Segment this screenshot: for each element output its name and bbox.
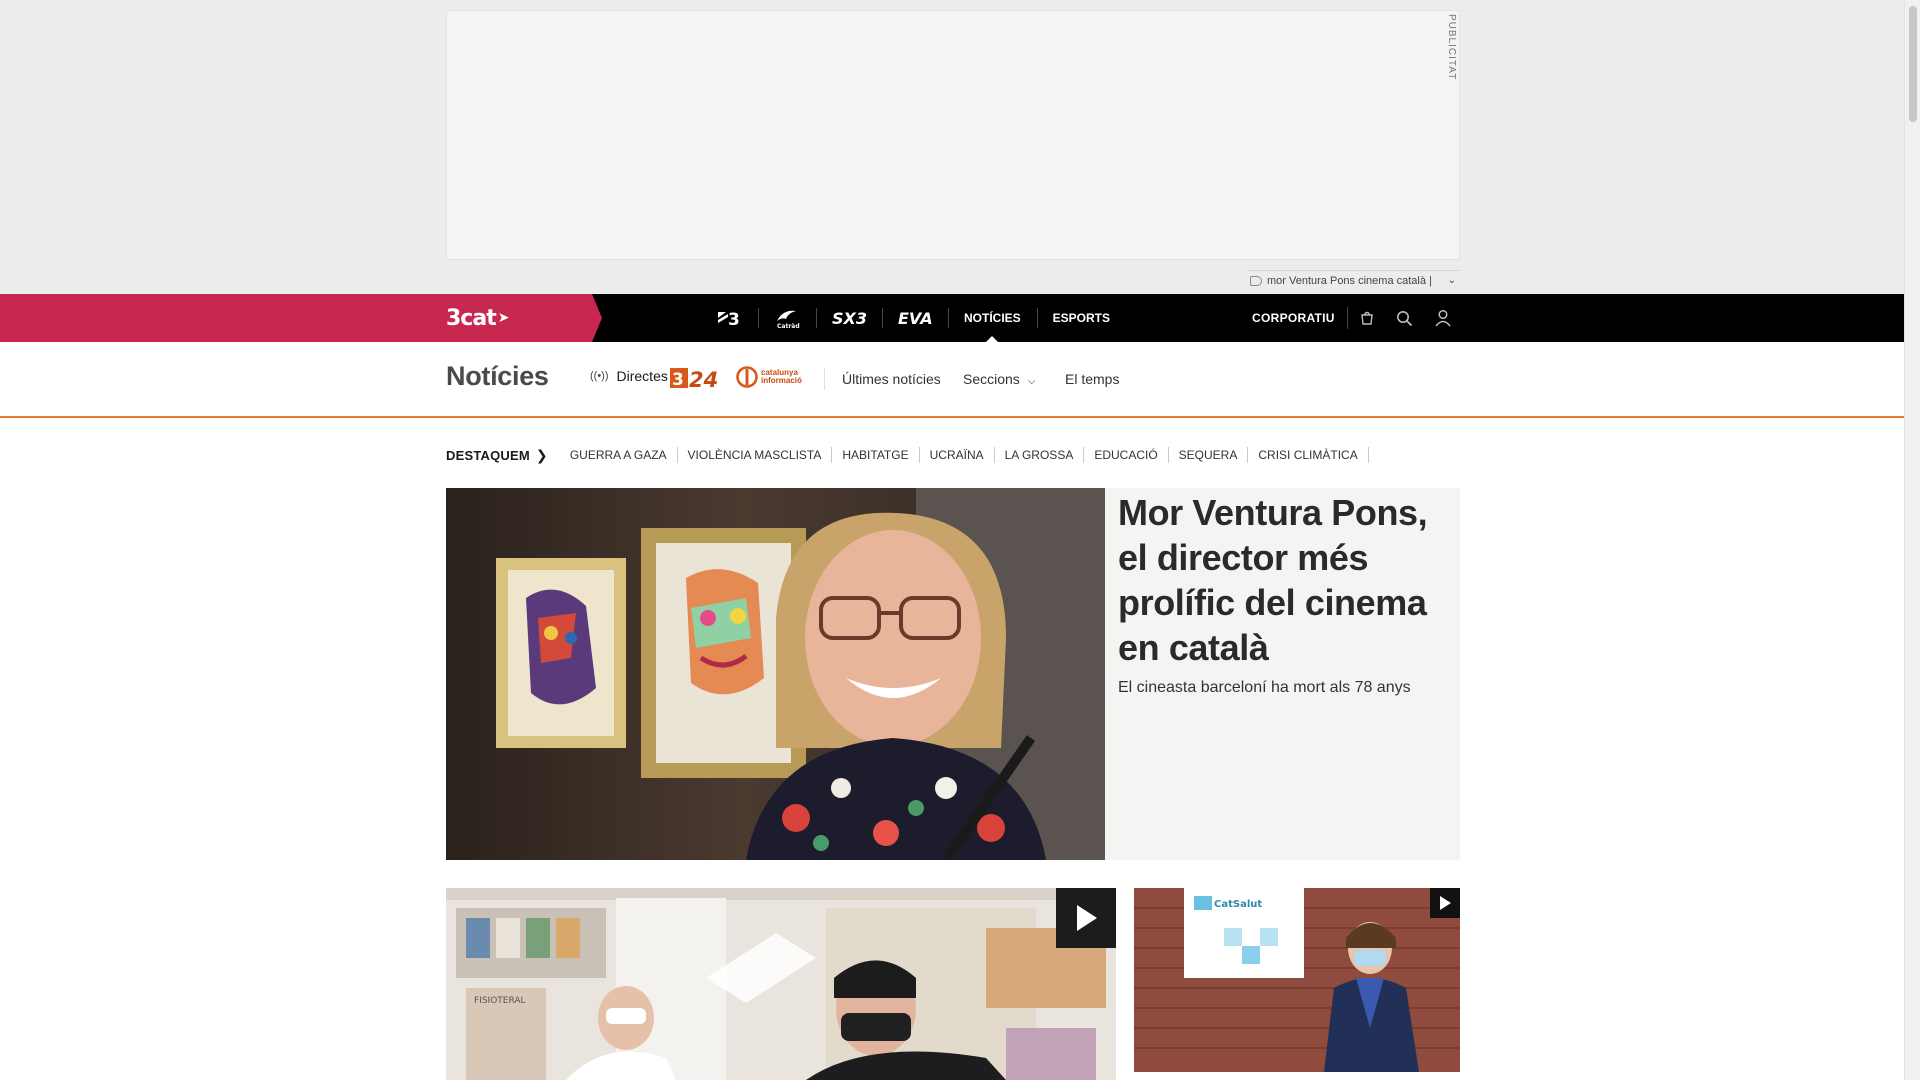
header-divider bbox=[824, 368, 825, 390]
sections-label: Seccions bbox=[963, 371, 1020, 387]
eva-logo-icon: EVA bbox=[898, 309, 932, 327]
weather-link[interactable]: El temps bbox=[1065, 371, 1119, 387]
scrollbar-thumb[interactable] bbox=[1909, 6, 1917, 122]
chevron-down-icon: ⌄ bbox=[1447, 275, 1456, 286]
page-scrollbar[interactable] bbox=[1904, 0, 1920, 1080]
nav-esports-label: ESPORTS bbox=[1052, 311, 1111, 325]
user-account-button[interactable] bbox=[1424, 294, 1462, 342]
3cat-logo[interactable]: 3cat ➤ bbox=[446, 304, 510, 332]
top-navigation-bar: 3cat ➤ 3 Catràdio SX3 EVA bbox=[0, 294, 1904, 343]
ci-line-2: informació bbox=[761, 376, 802, 385]
topic-ucraina[interactable]: UCRAÏNA bbox=[920, 447, 995, 463]
live-broadcast-icon: ((•)) bbox=[590, 370, 609, 382]
catalunya-informacio-text: catalunya informació bbox=[761, 369, 802, 385]
hero-text: Mor Ventura Pons, el director més prolíf… bbox=[1118, 488, 1448, 697]
brand-arrow-icon: ➤ bbox=[497, 310, 510, 326]
nav-esports[interactable]: ESPORTS bbox=[1036, 294, 1126, 342]
ad-zone: PUBLICITAT mor Ventura Pons cinema catal… bbox=[0, 0, 1904, 294]
latest-news-link[interactable]: Últimes notícies bbox=[842, 371, 941, 387]
324-logo-icon[interactable]: 3 24 bbox=[670, 366, 722, 390]
shopping-bag-icon bbox=[1360, 311, 1373, 325]
sections-dropdown[interactable]: Seccions ⌵ bbox=[963, 371, 1035, 387]
pharmacy-photo: FISIOTERAL bbox=[446, 888, 1116, 1080]
catalunya-informacio-logo[interactable]: catalunya informació bbox=[736, 366, 802, 388]
ad-banner[interactable] bbox=[446, 10, 1460, 260]
featured-title-text: DESTAQUEM bbox=[446, 447, 530, 463]
svg-text:SX3: SX3 bbox=[832, 309, 866, 327]
sx3-logo-icon: SX3 bbox=[832, 309, 866, 327]
featured-topics-bar: DESTAQUEM ❯ GUERRA A GAZA VIOLÈNCIA MASCL… bbox=[446, 442, 1369, 468]
nav-noticies[interactable]: NOTÍCIES bbox=[948, 294, 1037, 343]
brand-panel bbox=[0, 294, 602, 342]
topic-habitatge[interactable]: HABITATGE bbox=[832, 447, 920, 463]
news-card-pharmacy[interactable]: FISIOTERAL bbox=[446, 888, 1116, 1080]
portrait-photo-illustration bbox=[446, 488, 1105, 860]
svg-text:3: 3 bbox=[672, 370, 684, 390]
topic-crisi-climatica[interactable]: CRISI CLIMÀTICA bbox=[1248, 447, 1369, 463]
play-icon bbox=[1077, 905, 1097, 931]
topic-educacio[interactable]: EDUCACIÓ bbox=[1084, 447, 1169, 463]
shop-button[interactable] bbox=[1348, 294, 1386, 342]
ad-label: PUBLICITAT bbox=[1446, 14, 1457, 81]
hero-image[interactable] bbox=[446, 488, 1105, 860]
topic-sequera[interactable]: SEQUERA bbox=[1169, 447, 1249, 463]
channel-catradio[interactable]: Catràdio bbox=[758, 294, 816, 342]
search-button[interactable] bbox=[1386, 294, 1424, 342]
featured-topics-title[interactable]: DESTAQUEM ❯ bbox=[446, 447, 548, 464]
topic-violencia-masclista[interactable]: VIOLÈNCIA MASCLISTA bbox=[678, 447, 833, 463]
hero-article[interactable]: Mor Ventura Pons, el director més prolíf… bbox=[446, 488, 1460, 860]
brand-text: 3cat bbox=[446, 305, 497, 331]
section-header: Notícies ((•)) Directes 3 24 catalunya i… bbox=[0, 342, 1904, 418]
topic-guerra-a-gaza[interactable]: GUERRA A GAZA bbox=[560, 447, 678, 463]
channel-tv3[interactable]: 3 bbox=[700, 294, 758, 342]
catalunya-informacio-icon bbox=[736, 366, 758, 388]
nav-noticies-label: NOTÍCIES bbox=[964, 311, 1021, 325]
woman-at-clinic-photo: CatSalut bbox=[1134, 888, 1460, 1072]
live-label: Directes bbox=[616, 368, 668, 384]
channel-nav: 3 Catràdio SX3 EVA NOTÍCIES ESPORTS bbox=[700, 294, 1126, 343]
section-title[interactable]: Notícies bbox=[446, 361, 549, 392]
video-play-button[interactable] bbox=[1056, 888, 1116, 948]
ad-topic-selector[interactable]: mor Ventura Pons cinema català | ⌄ bbox=[1248, 270, 1460, 290]
topic-la-grossa[interactable]: LA GROSSA bbox=[995, 447, 1085, 463]
ad-topic-text: mor Ventura Pons cinema català | bbox=[1267, 274, 1432, 287]
top-right-tools: CORPORATIU bbox=[1240, 294, 1462, 342]
live-directes-link[interactable]: ((•)) Directes bbox=[590, 368, 668, 384]
chevron-right-icon: ❯ bbox=[535, 446, 548, 463]
svg-text:FISIOTERAL: FISIOTERAL bbox=[474, 996, 526, 1006]
tag-icon bbox=[1250, 275, 1262, 286]
hero-headline[interactable]: Mor Ventura Pons, el director més prolíf… bbox=[1118, 490, 1448, 670]
chevron-down-icon: ⌵ bbox=[1027, 376, 1036, 387]
video-play-button[interactable] bbox=[1430, 888, 1460, 918]
svg-text:24: 24 bbox=[689, 368, 718, 390]
catradio-logo-icon: Catràdio bbox=[777, 310, 800, 329]
play-icon bbox=[1440, 896, 1451, 910]
svg-text:3: 3 bbox=[728, 310, 740, 328]
news-card-clinic[interactable]: CatSalut bbox=[1134, 888, 1460, 1072]
tv3-logo-icon: 3 bbox=[718, 310, 740, 328]
hero-subtitle: El cineasta barceloní ha mort als 78 any… bbox=[1118, 679, 1411, 696]
channel-sx3[interactable]: SX3 bbox=[816, 294, 882, 342]
corporate-link[interactable]: CORPORATIU bbox=[1240, 307, 1348, 329]
user-icon bbox=[1435, 309, 1451, 327]
svg-text:Catràdio: Catràdio bbox=[777, 323, 800, 329]
svg-text:CatSalut: CatSalut bbox=[1214, 899, 1262, 910]
channel-eva[interactable]: EVA bbox=[882, 294, 948, 342]
search-icon bbox=[1397, 310, 1413, 326]
svg-text:EVA: EVA bbox=[898, 309, 932, 327]
